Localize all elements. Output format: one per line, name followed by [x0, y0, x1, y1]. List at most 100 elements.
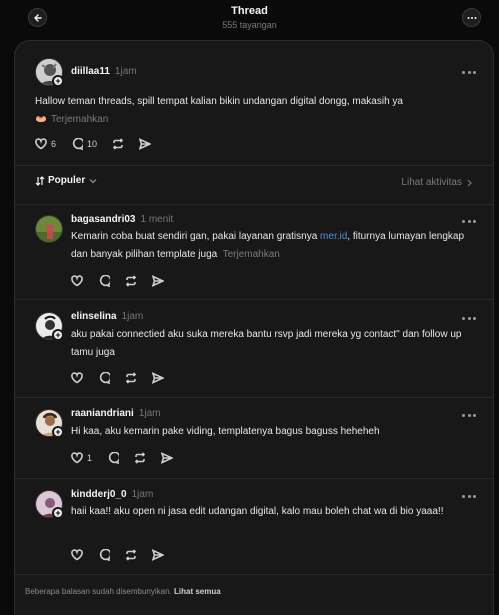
like-button[interactable] — [71, 549, 83, 561]
reply-more-icon[interactable] — [462, 315, 476, 321]
reply-text: Hi kaa, aku kemarin pake viding, templat… — [71, 426, 380, 437]
reply-more-icon[interactable] — [462, 218, 476, 224]
like-button[interactable]: 6 — [35, 138, 56, 150]
reply-username[interactable]: kindderj0_0 — [71, 489, 127, 500]
chevron-down-icon — [89, 178, 97, 183]
share-button[interactable] — [152, 372, 164, 384]
heart-icon — [35, 138, 47, 150]
share-button[interactable] — [139, 138, 152, 150]
op-actions: 6 10 — [35, 137, 166, 151]
sort-dropdown[interactable]: Populer — [35, 175, 97, 186]
share-button[interactable] — [152, 549, 164, 561]
like-button[interactable] — [71, 275, 83, 287]
op-time: 1jam — [114, 66, 137, 77]
comment-icon — [72, 138, 84, 150]
follow-plus-icon[interactable]: + — [52, 426, 64, 438]
repost-icon — [125, 275, 137, 287]
repost-button[interactable] — [125, 275, 137, 287]
heart-icon — [71, 275, 83, 287]
repost-button[interactable] — [112, 138, 124, 150]
like-button[interactable] — [71, 372, 83, 384]
divider — [15, 574, 493, 575]
page-title: Thread — [231, 5, 268, 17]
reply-username[interactable]: raaniandriani — [71, 408, 134, 419]
hidden-replies-note: Beberapa balasan sudah disembunyikan. Li… — [25, 587, 221, 596]
divider — [15, 204, 493, 205]
hidden-replies-text: Beberapa balasan sudah disembunyikan. — [25, 587, 172, 596]
translate-link[interactable]: Terjemahkan — [51, 114, 108, 125]
repost-button[interactable] — [125, 372, 137, 384]
avatar[interactable] — [35, 215, 63, 243]
heart-icon — [71, 452, 83, 464]
reply-username-row: bagasandri03 1 menit — [71, 214, 173, 225]
reply-text: haii kaa!! aku open ni jasa edit udangan… — [71, 506, 444, 517]
reply-text: aku pakai connectied aku suka mereka ban… — [71, 329, 462, 358]
reply-username-row: raaniandriani 1jam — [71, 408, 161, 419]
send-icon — [152, 275, 164, 287]
like-button[interactable]: 1 — [71, 452, 92, 464]
avatar-image — [36, 216, 62, 242]
send-icon — [161, 452, 174, 464]
divider — [15, 478, 493, 479]
view-activity-link[interactable]: Lihat aktivitas — [401, 177, 473, 188]
reply-actions — [71, 548, 179, 562]
thread-options-button[interactable] — [462, 8, 481, 27]
reply-text-part: Kemarin coba buat sendiri gan, pakai lay… — [71, 231, 321, 242]
comment-icon — [99, 275, 110, 287]
reply-username-row: elinselina 1jam — [71, 311, 143, 322]
like-count: 1 — [87, 453, 93, 463]
reply-more-icon[interactable] — [462, 412, 476, 418]
mention-link[interactable]: mer.id — [320, 231, 347, 242]
reply-actions — [71, 371, 179, 385]
reply-username-row: kindderj0_0 1jam — [71, 489, 153, 500]
repost-button[interactable] — [134, 452, 146, 464]
activity-label: Lihat aktivitas — [401, 177, 462, 188]
post-more-icon[interactable] — [462, 69, 476, 75]
heart-icon — [71, 372, 83, 384]
repost-icon — [134, 452, 146, 464]
share-button[interactable] — [161, 452, 174, 464]
op-text-block: Hallow teman threads, spill tempat kalia… — [35, 93, 480, 129]
like-count: 6 — [51, 139, 57, 149]
op-text: Hallow teman threads, spill tempat kalia… — [35, 96, 403, 107]
comment-icon — [108, 452, 120, 464]
reply-time: 1jam — [138, 408, 161, 419]
see-all-link[interactable]: Lihat semua — [174, 587, 221, 596]
comment-icon — [99, 372, 110, 384]
comment-button[interactable] — [98, 275, 110, 287]
comment-button[interactable] — [98, 549, 110, 561]
sort-icon — [35, 175, 45, 186]
reply-actions: 1 — [71, 451, 188, 465]
divider — [15, 397, 493, 398]
comment-count: 10 — [87, 139, 98, 149]
share-button[interactable] — [152, 275, 164, 287]
title-block: Thread 555 tayangan — [0, 5, 499, 31]
op-username[interactable]: diillaa11 — [71, 66, 110, 77]
reply-actions — [71, 274, 179, 288]
chevron-right-icon — [467, 179, 472, 186]
comment-button[interactable]: 10 — [71, 138, 97, 150]
reply-time: 1jam — [121, 311, 144, 322]
comment-button[interactable] — [98, 372, 110, 384]
sort-label: Populer — [48, 175, 86, 186]
reply-time: 1 menit — [140, 214, 174, 225]
thread-panel: + diillaa11 1jam Hallow teman threads, sp… — [14, 40, 494, 615]
follow-plus-icon[interactable]: + — [52, 507, 64, 519]
divider — [15, 165, 493, 166]
reply-username[interactable]: bagasandri03 — [71, 214, 135, 225]
heart-hands-icon — [36, 116, 46, 122]
repost-button[interactable] — [125, 549, 137, 561]
comment-button[interactable] — [107, 452, 120, 464]
send-icon — [152, 549, 164, 561]
send-icon — [139, 138, 152, 150]
repost-icon — [125, 549, 137, 561]
follow-plus-icon[interactable]: + — [52, 329, 64, 341]
view-count: 555 tayangan — [222, 20, 277, 30]
reply-time: 1jam — [131, 489, 154, 500]
reply-username[interactable]: elinselina — [71, 311, 117, 322]
follow-plus-icon[interactable]: + — [52, 75, 64, 87]
reply-more-icon[interactable] — [462, 493, 476, 499]
repost-icon — [112, 138, 124, 150]
send-icon — [152, 372, 164, 384]
translate-link[interactable]: Terjemahkan — [223, 249, 280, 260]
